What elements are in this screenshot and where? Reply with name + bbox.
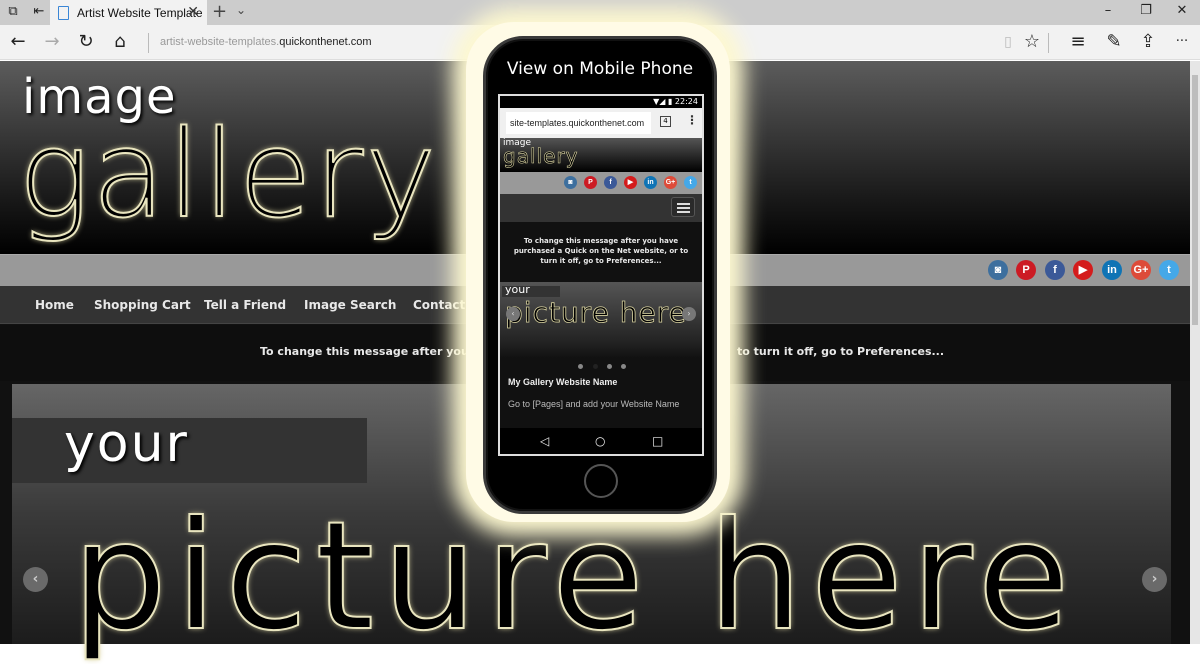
slide-dot[interactable] <box>607 364 612 369</box>
slider-next-button[interactable]: › <box>1142 567 1167 592</box>
more-vert-icon[interactable]: ⋮ <box>686 113 698 127</box>
divider <box>148 33 149 53</box>
pinterest-icon[interactable]: P <box>584 176 597 189</box>
more-icon[interactable]: ··· <box>1170 31 1194 53</box>
google-plus-icon[interactable]: G+ <box>1131 260 1151 280</box>
site-name-hint: Go to [Pages] and add your Website Name <box>508 399 680 409</box>
tab-active[interactable]: Artist Website Template ✕ <box>50 0 207 25</box>
mobile-logo-main[interactable]: gallery <box>503 144 578 169</box>
linkedin-icon[interactable]: in <box>1102 260 1122 280</box>
android-back-icon[interactable]: ◁ <box>540 434 549 448</box>
url-input[interactable]: artist-website-templates.quickonthenet.c… <box>160 36 372 48</box>
facebook-icon[interactable]: f <box>1045 260 1065 280</box>
back-icon[interactable]: ← <box>6 31 30 53</box>
android-recent-icon[interactable]: □ <box>652 434 663 448</box>
slide-top-text: your <box>64 414 189 474</box>
youtube-icon[interactable]: ▶ <box>1073 260 1093 280</box>
logo-main-text[interactable]: gallery <box>17 110 438 242</box>
mobile-notice-text: To change this message after you have pu… <box>513 237 689 265</box>
instagram-icon[interactable]: ◙ <box>564 176 577 189</box>
page-icon <box>58 5 69 20</box>
mobile-url-field[interactable]: site-templates.quickonthenet.com <box>506 112 651 134</box>
google-plus-icon[interactable]: G+ <box>664 176 677 189</box>
web-note-icon[interactable]: ✎ <box>1102 31 1126 53</box>
linkedin-icon[interactable]: in <box>644 176 657 189</box>
url-prefix: artist-website-templates. <box>160 36 280 48</box>
share-icon[interactable]: ⇪ <box>1136 31 1160 53</box>
phone-home-button[interactable] <box>584 464 618 498</box>
tab-close-icon[interactable]: ✕ <box>187 4 199 20</box>
slide-dot[interactable] <box>621 364 626 369</box>
phone-screen: ▼◢ ▮ 22:24 site-templates.quickonthenet.… <box>498 94 704 456</box>
refresh-icon[interactable]: ↻ <box>74 31 98 53</box>
slide-dot-active[interactable] <box>593 364 598 369</box>
menu-item-tell-a-friend[interactable]: Tell a Friend <box>204 298 286 312</box>
pinterest-icon[interactable]: P <box>1016 260 1036 280</box>
url-domain: quickonthenet.com <box>279 36 372 48</box>
home-icon[interactable]: ⌂ <box>108 31 132 53</box>
android-home-icon[interactable]: ○ <box>595 434 605 448</box>
restore-button[interactable]: ❐ <box>1136 3 1156 18</box>
favorite-star-icon[interactable]: ☆ <box>1020 31 1044 53</box>
mobile-prev-button[interactable]: ‹ <box>506 307 520 321</box>
mobile-phone-preview: View on Mobile Phone ▼◢ ▮ 22:24 site-tem… <box>483 36 717 514</box>
mobile-browser-bar: site-templates.quickonthenet.com 4 ⋮ <box>500 108 702 138</box>
menu-item-image-search[interactable]: Image Search <box>304 298 396 312</box>
mobile-menu-bar <box>500 194 702 222</box>
tab-title: Artist Website Template <box>77 5 203 20</box>
mobile-slide-main: picture here <box>505 296 687 330</box>
mobile-site-header: image gallery <box>500 138 702 172</box>
slider-prev-button[interactable]: ‹ <box>23 567 48 592</box>
phone-title: View on Mobile Phone <box>506 59 694 79</box>
hub-icon[interactable]: ≡ <box>1066 31 1090 53</box>
notice-text-left: To change this message after you h <box>260 345 481 358</box>
site-name: My Gallery Website Name <box>508 377 618 387</box>
menu-item-shopping-cart[interactable]: Shopping Cart <box>94 298 191 312</box>
forward-icon[interactable]: → <box>40 31 64 53</box>
tabs-count-icon[interactable]: 4 <box>660 116 671 127</box>
instagram-icon[interactable]: ◙ <box>988 260 1008 280</box>
slide-dot[interactable] <box>578 364 583 369</box>
tab-manager-icon[interactable]: ⧉ <box>5 4 21 20</box>
menu-item-home[interactable]: Home <box>35 298 74 312</box>
notice-text-right: to turn it off, go to Preferences... <box>737 345 945 358</box>
scrollbar-thumb[interactable] <box>1192 75 1198 325</box>
android-nav-bar: ◁ ○ □ <box>500 428 702 454</box>
mobile-slide-top: your <box>505 283 530 296</box>
hamburger-menu-icon[interactable] <box>671 197 695 217</box>
close-window-button[interactable]: ✕ <box>1172 3 1192 18</box>
mobile-next-button[interactable]: › <box>682 307 696 321</box>
twitter-icon[interactable]: t <box>684 176 697 189</box>
twitter-icon[interactable]: t <box>1159 260 1179 280</box>
mobile-slider: your picture here ‹ › <box>500 282 702 358</box>
set-tabs-aside-icon[interactable]: ⇤ <box>31 4 47 20</box>
chevron-down-icon[interactable]: ⌄ <box>236 3 246 17</box>
minimize-button[interactable]: – <box>1098 3 1118 18</box>
status-bar: ▼◢ ▮ 22:24 <box>500 96 702 108</box>
mobile-social-bar: ◙ P f ▶ in G+ t <box>500 172 702 194</box>
reading-view-icon[interactable]: ▯ <box>996 31 1020 53</box>
youtube-icon[interactable]: ▶ <box>624 176 637 189</box>
divider <box>1048 33 1049 53</box>
new-tab-button[interactable]: + <box>212 1 227 22</box>
facebook-icon[interactable]: f <box>604 176 617 189</box>
